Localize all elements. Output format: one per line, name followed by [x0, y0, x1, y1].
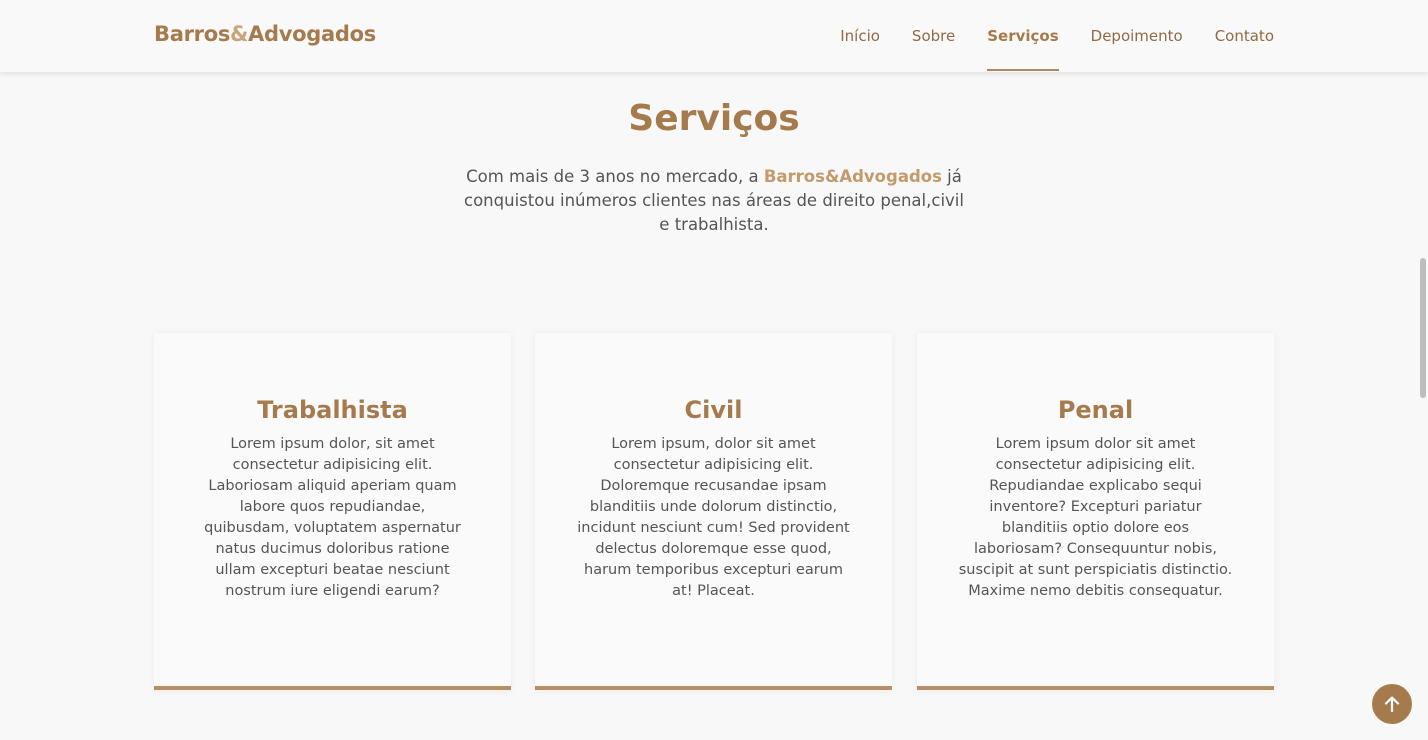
section-title: Serviços	[628, 98, 800, 139]
back-to-top-button[interactable]	[1372, 684, 1412, 724]
logo-ampersand: &	[230, 22, 249, 46]
card-title: Penal	[1057, 396, 1134, 424]
logo[interactable]: Barros&Advogados	[154, 22, 376, 46]
service-cards: Trabalhista Lorem ipsum dolor, sit amet …	[154, 333, 1274, 690]
logo-part1: Barros	[154, 22, 231, 46]
card-text: Lorem ipsum, dolor sit amet consectetur …	[577, 436, 850, 599]
nav-item-sobre[interactable]: Sobre	[912, 0, 955, 72]
nav-item-servicos[interactable]: Serviços	[987, 0, 1060, 72]
intro-text-before: Com mais de 3 anos no mercado, a	[466, 167, 764, 186]
arrow-up-icon	[1384, 696, 1400, 713]
logo-part2: Advogados	[248, 22, 376, 46]
service-card-civil: Civil Lorem ipsum, dolor sit amet consec…	[535, 333, 892, 690]
nav-item-inicio[interactable]: Início	[840, 0, 880, 72]
service-card-penal: Penal Lorem ipsum dolor sit amet consect…	[917, 333, 1274, 690]
card-text: Lorem ipsum dolor sit amet consectetur a…	[958, 436, 1233, 599]
nav-item-depoimento[interactable]: Depoimento	[1091, 0, 1183, 72]
service-card-trabalhista: Trabalhista Lorem ipsum dolor, sit amet …	[154, 333, 511, 690]
nav-item-contato[interactable]: Contato	[1215, 0, 1274, 72]
intro-brand: Barros&Advogados	[763, 167, 942, 186]
scrollbar-thumb[interactable]	[1420, 258, 1426, 398]
card-text: Lorem ipsum dolor, sit amet consectetur …	[204, 436, 461, 599]
card-title: Civil	[684, 396, 743, 424]
section-intro: Com mais de 3 anos no mercado, a Barros&…	[464, 165, 964, 237]
main-nav: Início Sobre Serviços Depoimento Contato	[808, 0, 1274, 72]
site-header: Barros&Advogados Início Sobre Serviços D…	[0, 0, 1428, 72]
card-title: Trabalhista	[257, 396, 408, 424]
